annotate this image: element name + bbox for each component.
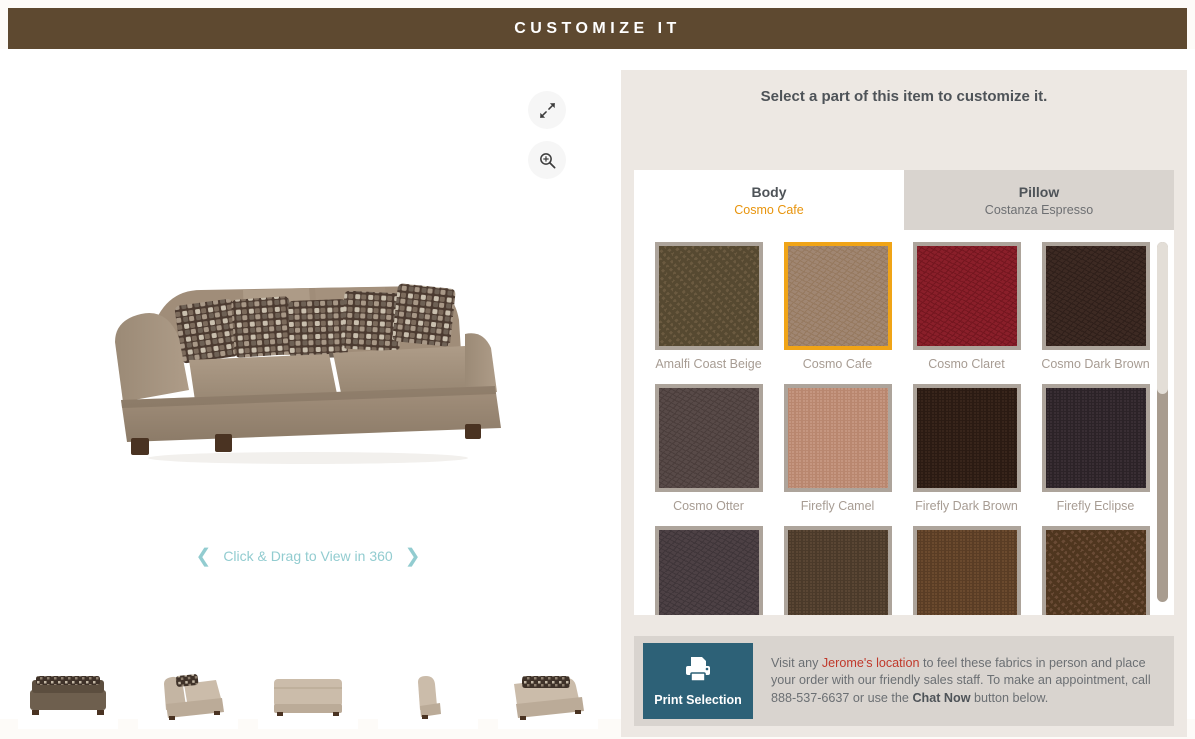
swatch-tile[interactable]: [654, 384, 763, 492]
swatch-option[interactable]: Cosmo Dark Brown: [1031, 242, 1160, 372]
tab-body-selection: Cosmo Cafe: [734, 202, 804, 217]
swatch-option[interactable]: [773, 526, 902, 615]
swatch-label: Firefly Eclipse: [1056, 499, 1135, 513]
swatch-scroll-container[interactable]: Amalfi Coast Beige Cosmo Cafe Cosmo Claret…: [634, 230, 1174, 615]
swatch-label: Cosmo Otter: [673, 499, 744, 513]
swatch-option[interactable]: Cosmo Cafe: [773, 242, 902, 372]
sofa-illustration: [115, 283, 501, 464]
chevron-right-icon[interactable]: ❯: [405, 546, 421, 567]
page-title: CUSTOMIZE IT: [514, 19, 681, 37]
swatch-tile[interactable]: [912, 242, 1021, 350]
swatch-label: Cosmo Cafe: [802, 357, 873, 371]
swatch-tile[interactable]: [783, 384, 892, 492]
chat-now-label: Chat Now: [912, 690, 971, 705]
swatch-tile[interactable]: [912, 384, 1021, 492]
expand-fullscreen-button[interactable]: [528, 91, 566, 129]
chevron-left-icon[interactable]: ❮: [196, 546, 212, 567]
tab-pillow-selection: Costanza Espresso: [984, 202, 1094, 217]
swatch-label: Firefly Camel: [800, 499, 875, 513]
swatch-label: Cosmo Dark Brown: [1041, 357, 1150, 371]
swatch-scrollbar-thumb[interactable]: [1157, 242, 1168, 394]
product-image[interactable]: [8, 207, 608, 507]
tab-pillow[interactable]: Pillow Costanza Espresso: [904, 170, 1174, 230]
swatch-option[interactable]: Amalfi Coast Beige: [644, 242, 773, 372]
swatch-tile[interactable]: [1041, 384, 1150, 492]
magnifier-plus-icon: [538, 151, 557, 170]
info-text-part3: button below.: [970, 690, 1049, 705]
swatch-tile[interactable]: [1041, 526, 1150, 615]
expand-arrows-icon: [538, 101, 557, 120]
page-header: CUSTOMIZE IT: [8, 8, 1187, 49]
jeromes-location-link[interactable]: Jerome's location: [822, 656, 920, 670]
product-viewer: ❮ Click & Drag to View in 360 ❯: [8, 67, 608, 647]
swatch-option[interactable]: Firefly Camel: [773, 384, 902, 514]
thumbnail-strip: [8, 649, 608, 739]
part-tabs: Body Cosmo Cafe Pillow Costanza Espresso: [634, 170, 1174, 230]
swatch-tile[interactable]: [1041, 242, 1150, 350]
swatch-scrollbar-track[interactable]: [1157, 242, 1168, 602]
zoom-in-button[interactable]: [528, 141, 566, 179]
swatch-label: Cosmo Claret: [928, 357, 1005, 371]
tab-pillow-label: Pillow: [1018, 183, 1060, 200]
swatch-option[interactable]: [644, 526, 773, 615]
swatch-label: Amalfi Coast Beige: [655, 357, 762, 371]
rotate-360-control[interactable]: ❮ Click & Drag to View in 360 ❯: [8, 545, 608, 568]
swatch-tile[interactable]: [912, 526, 1021, 615]
main-stage: ❮ Click & Drag to View in 360 ❯ Select a…: [0, 49, 1195, 737]
customization-panel: Select a part of this item to customize …: [621, 70, 1187, 737]
swatch-option[interactable]: Cosmo Otter: [644, 384, 773, 514]
swatch-option[interactable]: Firefly Dark Brown: [902, 384, 1031, 514]
tab-body-label: Body: [751, 183, 787, 200]
print-selection-button[interactable]: Print Selection: [643, 643, 753, 719]
panel-heading: Select a part of this item to customize …: [760, 88, 1048, 105]
viewer-tool-group: [528, 91, 566, 179]
swatch-option[interactable]: Cosmo Claret: [902, 242, 1031, 372]
swatch-tile[interactable]: [654, 242, 763, 350]
swatch-tile[interactable]: [783, 526, 892, 615]
swatch-tile[interactable]: [783, 242, 892, 350]
swatch-option[interactable]: [902, 526, 1031, 615]
rotate-360-label: Click & Drag to View in 360: [223, 548, 393, 564]
swatch-option[interactable]: [1031, 526, 1160, 615]
store-info-box: Print Selection Visit any Jerome's locat…: [634, 636, 1174, 726]
store-info-text: Visit any Jerome's location to feel thes…: [771, 655, 1165, 708]
swatch-option[interactable]: Firefly Eclipse: [1031, 384, 1160, 514]
swatch-list: Amalfi Coast Beige Cosmo Cafe Cosmo Claret…: [634, 230, 1174, 615]
swatch-tile[interactable]: [654, 526, 763, 615]
print-selection-label: Print Selection: [654, 693, 742, 707]
printer-icon: [683, 655, 713, 688]
info-text-part1: Visit any: [771, 655, 822, 670]
swatch-label: Firefly Dark Brown: [915, 499, 1018, 513]
tab-body[interactable]: Body Cosmo Cafe: [634, 170, 904, 230]
